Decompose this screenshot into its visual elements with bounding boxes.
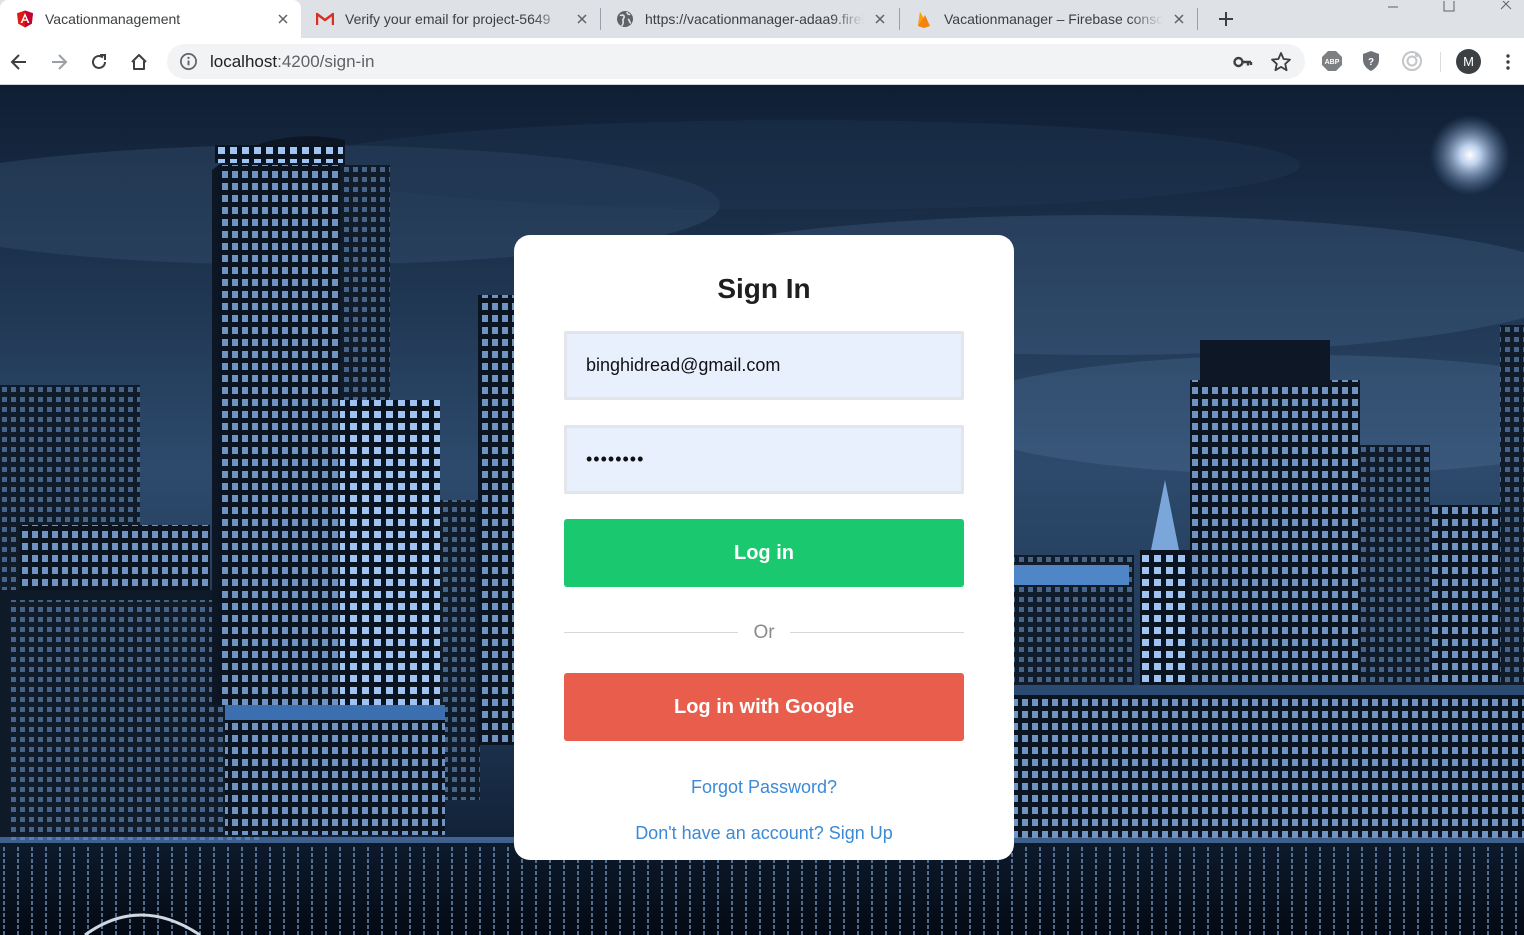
- camera-extension-icon[interactable]: [1401, 50, 1423, 72]
- close-window-button[interactable]: [1486, 0, 1524, 14]
- arrow-right-icon: [52, 54, 68, 70]
- angular-icon: [16, 10, 34, 28]
- new-tab-button[interactable]: [1213, 6, 1239, 32]
- or-divider: Or: [564, 620, 964, 644]
- svg-text:?: ?: [1368, 57, 1374, 68]
- maximize-window-button[interactable]: [1429, 0, 1469, 14]
- tab-firebaseapp[interactable]: https://vacationmanager-adaa9.firebaseap…: [600, 0, 898, 38]
- home-button[interactable]: [125, 48, 153, 76]
- page-viewport: Sign In Log in Or Log in with Google For…: [0, 85, 1524, 935]
- plus-icon: [1219, 12, 1233, 26]
- globe-icon: [616, 10, 634, 28]
- close-tab-icon[interactable]: [572, 9, 592, 29]
- back-button[interactable]: [5, 48, 33, 76]
- toolbar-divider: [1440, 52, 1441, 72]
- url-host: localhost: [210, 52, 278, 71]
- gmail-icon: [316, 10, 334, 28]
- google-login-button[interactable]: Log in with Google: [564, 673, 964, 741]
- tab-title: https://vacationmanager-adaa9.firebaseap…: [645, 11, 864, 27]
- login-button[interactable]: Log in: [564, 519, 964, 587]
- tab-vacationmanagement[interactable]: Vacationmanagement: [0, 0, 301, 38]
- email-field[interactable]: [564, 331, 964, 400]
- close-tab-icon[interactable]: [273, 9, 293, 29]
- address-bar[interactable]: localhost:4200/sign-in: [167, 44, 1305, 79]
- tab-title: Verify your email for project-5649: [345, 11, 551, 27]
- url-text[interactable]: localhost:4200/sign-in: [210, 52, 374, 72]
- info-icon[interactable]: [179, 52, 198, 71]
- home-icon: [131, 54, 147, 70]
- reload-button[interactable]: [85, 48, 113, 76]
- signin-card: Sign In Log in Or Log in with Google For…: [514, 235, 1014, 860]
- signup-link[interactable]: Don't have an account? Sign Up: [514, 823, 1014, 844]
- tab-firebase-console[interactable]: Vacationmanager – Firebase console: [899, 0, 1197, 38]
- forward-button[interactable]: [45, 48, 73, 76]
- key-icon[interactable]: [1233, 52, 1253, 72]
- tab-title: Vacationmanagement: [45, 11, 181, 27]
- shield-extension-icon[interactable]: ?: [1360, 50, 1382, 72]
- more-vertical-icon: [1506, 54, 1510, 70]
- browser-toolbar: localhost:4200/sign-in ABP ? M: [0, 38, 1524, 85]
- tab-separator: [1197, 8, 1198, 30]
- url-path: :4200/sign-in: [277, 52, 375, 71]
- close-tab-icon[interactable]: [870, 9, 890, 29]
- browser-tab-strip: Vacationmanagement Verify your email for…: [0, 0, 1524, 38]
- divider-text: Or: [753, 622, 775, 643]
- tab-gmail[interactable]: Verify your email for project-5649: [300, 0, 600, 38]
- bookmark-star-icon[interactable]: [1270, 51, 1292, 73]
- browser-menu-button[interactable]: [1498, 50, 1518, 74]
- reload-icon: [92, 54, 106, 69]
- adblock-plus-icon[interactable]: ABP: [1321, 50, 1343, 72]
- page-title: Sign In: [717, 273, 811, 304]
- minimize-window-button[interactable]: [1373, 0, 1413, 14]
- svg-text:ABP: ABP: [1325, 59, 1340, 66]
- close-tab-icon[interactable]: [1169, 9, 1189, 29]
- tab-title: Vacationmanager – Firebase console: [944, 11, 1163, 27]
- password-field[interactable]: [564, 425, 964, 494]
- firebase-icon: [915, 10, 933, 28]
- divider-line: [790, 632, 964, 633]
- forgot-password-link[interactable]: Forgot Password?: [514, 777, 1014, 798]
- arrow-left-icon: [10, 54, 26, 70]
- profile-avatar[interactable]: M: [1456, 49, 1481, 74]
